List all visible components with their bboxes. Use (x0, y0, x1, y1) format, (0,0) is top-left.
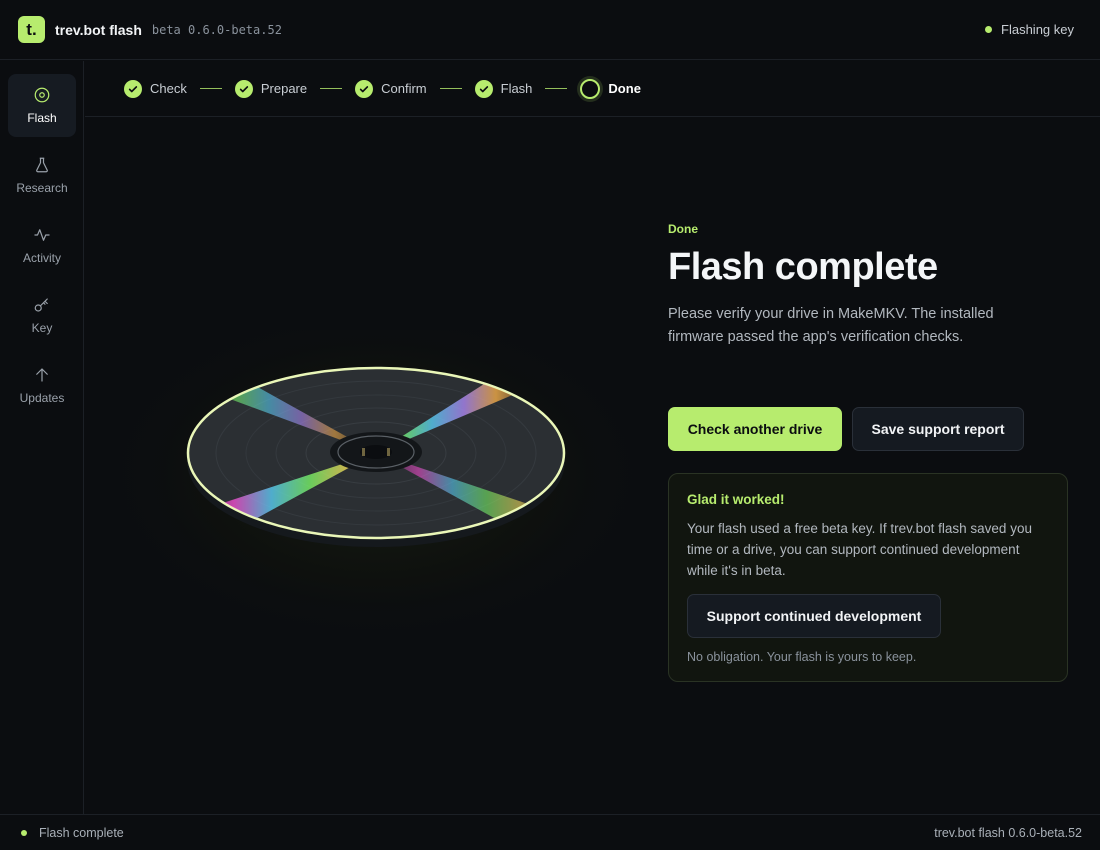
sidebar-item-activity[interactable]: Activity (8, 214, 76, 277)
support-card: Glad it worked! Your flash used a free b… (668, 473, 1068, 682)
sidebar: Flash Research Activity Key Updates (0, 61, 84, 814)
step-prepare: Prepare (234, 79, 308, 98)
page-description: Please verify your drive in MakeMKV. The… (668, 306, 994, 345)
support-card-title: Glad it worked! (687, 492, 785, 507)
app-logo: t. (18, 16, 45, 43)
app-name: trev.bot flash (55, 21, 142, 38)
title-status: Flashing key (985, 22, 1082, 37)
current-step-ring-icon (580, 78, 601, 99)
status-dot-icon (985, 26, 993, 33)
disc-icon (116, 330, 636, 650)
step-label: Confirm (381, 81, 427, 96)
step-check: Check (124, 79, 187, 98)
page-title: Flash complete (668, 246, 938, 288)
key-icon (34, 298, 48, 312)
step-label: Flash (500, 81, 533, 96)
step-connector (545, 88, 568, 89)
action-buttons: Check another drive Save support report (668, 407, 1068, 451)
disc-illustration (116, 330, 636, 650)
step-connector (320, 88, 343, 89)
check-another-drive-button[interactable]: Check another drive (668, 407, 842, 451)
check-icon (355, 79, 374, 98)
step-label: Prepare (260, 81, 308, 96)
sidebar-item-key[interactable]: Key (8, 284, 76, 347)
sidebar-item-label: Flash (27, 111, 57, 125)
step-label: Done (608, 81, 641, 96)
eyebrow-label: Done (668, 222, 698, 236)
check-icon (124, 79, 142, 98)
result-panel: Done Flash complete Please verify your d… (668, 222, 1068, 682)
sidebar-item-label: Research (16, 181, 68, 195)
step-label: Check (150, 81, 187, 96)
save-support-report-button[interactable]: Save support report (852, 407, 1024, 451)
title-status-label: Flashing key (1001, 22, 1074, 37)
disc-icon (34, 87, 50, 103)
flask-icon (36, 157, 48, 173)
sidebar-item-label: Key (31, 321, 53, 335)
step-flash: Flash (474, 79, 533, 98)
step-confirm: Confirm (355, 79, 427, 98)
arrow-up-icon (36, 368, 48, 382)
support-card-body: Your flash used a free beta key. If trev… (687, 521, 1032, 578)
activity-icon (34, 229, 50, 241)
status-dot-icon (21, 829, 27, 836)
sidebar-item-updates[interactable]: Updates (8, 354, 76, 417)
status-left-text: Flash complete (39, 825, 124, 840)
support-card-note: No obligation. Your flash is yours to ke… (687, 650, 917, 664)
status-right-text: trev.bot flash 0.6.0-beta.52 (934, 825, 1082, 840)
step-connector (439, 88, 462, 89)
sidebar-item-label: Updates (19, 391, 65, 405)
title-bar: t. trev.bot flash beta 0.6.0-beta.52 Fla… (0, 0, 1100, 60)
progress-stepper: Check Prepare Confirm Flash Done (85, 61, 1100, 117)
app-window: t. trev.bot flash beta 0.6.0-beta.52 Fla… (0, 0, 1100, 850)
status-bar: Flash complete trev.bot flash 0.6.0-beta… (0, 814, 1100, 850)
sidebar-item-label: Activity (22, 251, 61, 265)
check-icon (474, 79, 493, 98)
step-connector (199, 88, 222, 89)
support-development-button[interactable]: Support continued development (687, 594, 941, 638)
check-icon (234, 79, 253, 98)
sidebar-item-flash[interactable]: Flash (8, 74, 76, 137)
step-done: Done (580, 78, 641, 99)
sidebar-item-research[interactable]: Research (8, 144, 76, 207)
app-version: beta 0.6.0-beta.52 (151, 22, 282, 37)
